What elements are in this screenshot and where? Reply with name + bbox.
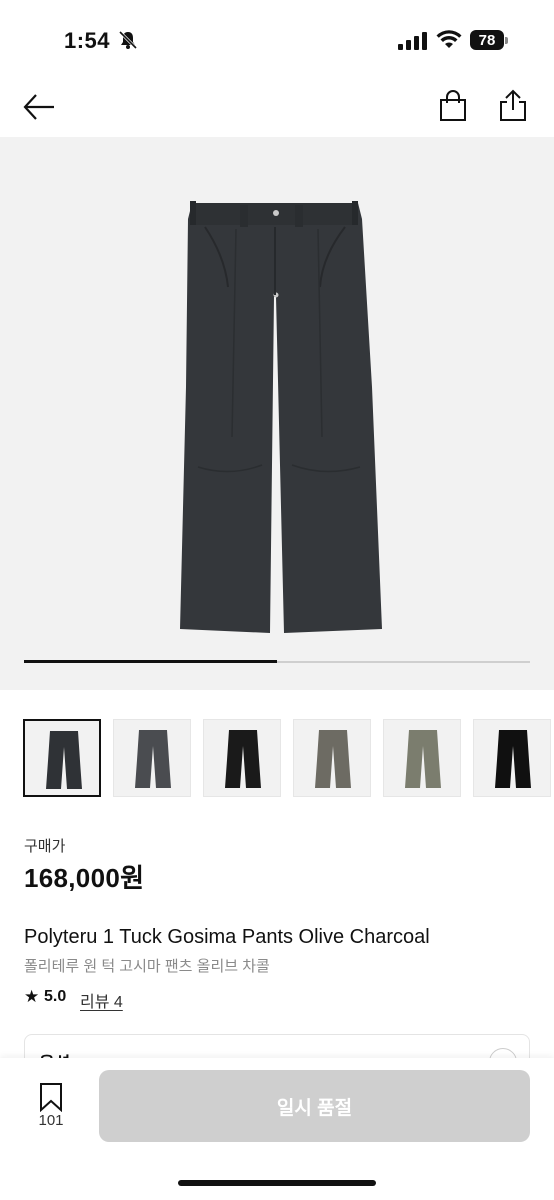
sold-out-button[interactable]: 일시 품절 xyxy=(99,1070,530,1142)
thumbnail-pants-image xyxy=(495,730,531,788)
cellular-signal-icon xyxy=(398,32,427,50)
share-icon[interactable] xyxy=(498,88,528,122)
thumbnail-pants-image xyxy=(135,730,171,788)
home-indicator xyxy=(178,1180,376,1186)
thumbnail-pants-image xyxy=(315,730,351,788)
gallery-progress-bar xyxy=(24,660,277,663)
product-image[interactable] xyxy=(0,137,554,690)
rating-value: 5.0 xyxy=(44,988,67,1005)
thumbnail-pants-image xyxy=(46,731,82,789)
shopping-bag-icon[interactable] xyxy=(438,90,468,122)
thumbnail-4[interactable] xyxy=(293,719,371,797)
product-name-english: Polyteru 1 Tuck Gosima Pants Olive Charc… xyxy=(24,926,430,948)
price-label: 구매가 xyxy=(24,838,66,855)
review-link[interactable]: 리뷰 4 xyxy=(80,988,123,1012)
bookmark-icon[interactable] xyxy=(38,1082,64,1112)
thumbnail-3[interactable] xyxy=(203,719,281,797)
star-icon: ★ xyxy=(24,987,40,1006)
thumbnail-6[interactable] xyxy=(473,719,551,797)
thumbnail-pants-image xyxy=(405,730,441,788)
pants-illustration xyxy=(180,201,382,633)
status-time: 1:54 xyxy=(64,28,111,53)
bookmark-count: 101 xyxy=(38,1112,64,1129)
battery-tip xyxy=(505,37,508,44)
thumbnail-pants-image xyxy=(225,730,261,788)
thumbnail-2[interactable] xyxy=(113,719,191,797)
product-name-korean: 폴리테루 원 턱 고시마 팬츠 올리브 차콜 xyxy=(24,958,270,975)
battery-indicator: 78 xyxy=(470,30,504,50)
thumbnail-5[interactable] xyxy=(383,719,461,797)
wifi-icon xyxy=(436,30,462,48)
price: 168,000원 xyxy=(24,863,145,893)
silent-bell-icon xyxy=(118,30,138,50)
back-arrow-icon[interactable] xyxy=(22,90,56,124)
thumbnail-1[interactable] xyxy=(23,719,101,797)
